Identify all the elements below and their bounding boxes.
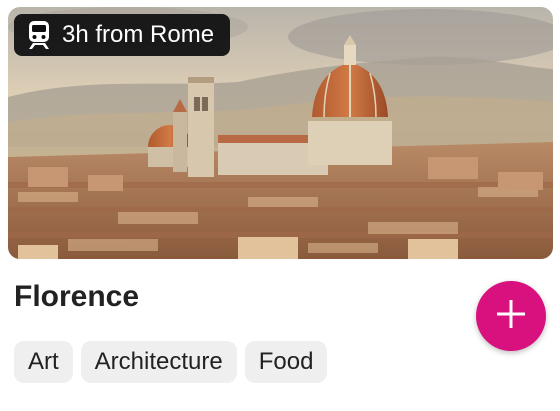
tag-food[interactable]: Food [244,341,328,383]
tag-architecture[interactable]: Architecture [80,341,237,383]
plus-icon [496,299,526,334]
travel-time-text: 3h from Rome [62,21,215,48]
destination-title: Florence [14,280,140,313]
tag-label: Art [28,348,59,375]
travel-time-badge: 3h from Rome [14,14,231,56]
train-icon [26,20,52,50]
tag-label: Food [258,348,314,375]
add-destination-button[interactable] [476,281,546,351]
tag-label: Architecture [94,348,223,375]
tag-list: Art Architecture Food [14,341,328,383]
tag-art[interactable]: Art [14,341,73,383]
destination-card[interactable]: 3h from Rome Florence Art Architecture F… [0,0,560,411]
